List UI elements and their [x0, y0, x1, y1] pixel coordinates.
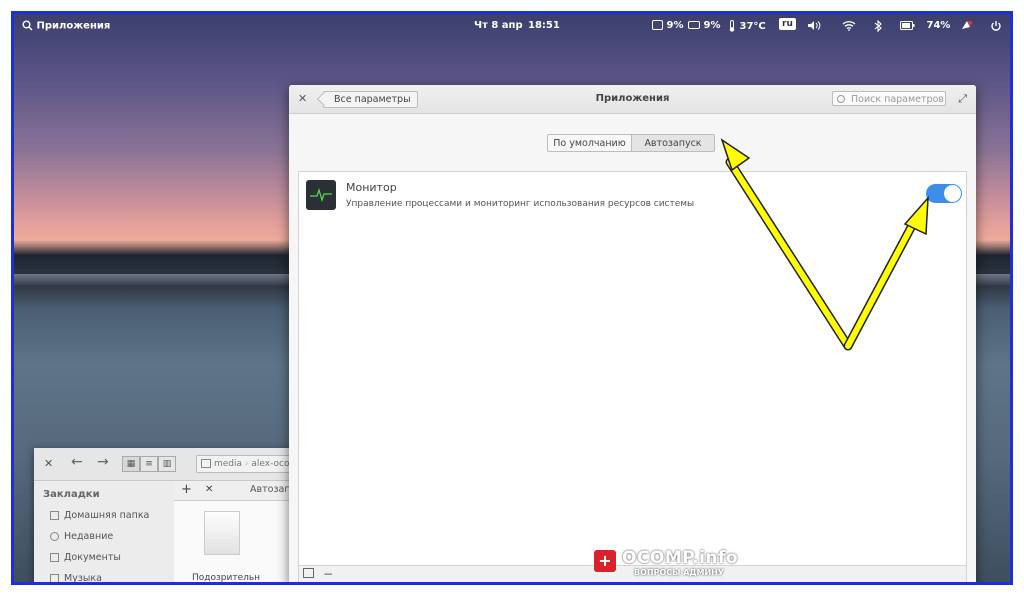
sidebar-item-recent[interactable]: Недавние [50, 531, 113, 542]
file-manager-window[interactable]: ✕ ← → ▦ ≡ ▥ media › alex-oco Закладки До… [34, 448, 308, 584]
temperature-value: 37°C [739, 21, 766, 32]
drive-icon [201, 459, 211, 468]
maximize-icon[interactable]: ⤢ [958, 92, 967, 106]
applications-label: Приложения [36, 20, 111, 32]
volume-icon [808, 21, 821, 30]
new-tab-button[interactable]: + [181, 482, 192, 497]
settings-window: ✕ Все параметры Приложения Поиск парамет… [289, 85, 976, 582]
close-tab-icon[interactable]: ✕ [205, 484, 213, 495]
clock-icon [50, 532, 59, 541]
sidebar-item-label: Документы [64, 552, 121, 563]
battery-indicator[interactable]: 74% [900, 20, 950, 31]
memory-indicator[interactable]: 9% [688, 20, 720, 31]
sidebar: Закладки Домашняя папка Недавние Докумен… [34, 481, 174, 584]
app-name: Монитор [346, 181, 397, 194]
site-watermark: + OCOMP.info ВОПРОСЫ АДМИНУ [594, 548, 764, 584]
time-label[interactable]: 18:51 [528, 20, 560, 31]
network-indicator[interactable] [842, 20, 856, 32]
date-label[interactable]: Чт 8 апр [474, 20, 523, 31]
music-icon [50, 574, 59, 582]
app-description: Управление процессами и мониторинг испол… [346, 199, 695, 209]
memory-value: 9% [703, 20, 721, 31]
file-area[interactable]: + ✕ Автозагр Подозрительн [174, 481, 299, 582]
tab-bar: + ✕ Автозагр [174, 481, 299, 501]
settings-titlebar: ✕ Все параметры Приложения Поиск парамет… [289, 85, 976, 114]
wifi-icon [842, 21, 856, 31]
watermark-title: OCOMP.info [622, 548, 739, 568]
file-label[interactable]: Подозрительн [192, 573, 260, 582]
column-view-icon[interactable]: ▥ [158, 456, 176, 472]
applications-menu[interactable]: Приложения [22, 20, 110, 32]
thermometer-icon [729, 20, 735, 32]
cpu-icon [652, 20, 663, 30]
keyboard-layout[interactable]: ru [779, 18, 796, 30]
list-view-icon[interactable]: ≡ [140, 456, 158, 472]
sidebar-item-documents[interactable]: Документы [50, 552, 121, 563]
back-arrow-icon[interactable]: ← [71, 454, 83, 470]
autostart-toggle[interactable] [926, 184, 962, 203]
bluetooth-icon [874, 19, 882, 33]
sidebar-item-label: Недавние [64, 531, 114, 542]
bluetooth-indicator[interactable] [874, 19, 882, 33]
file-manager-header: ✕ ← → ▦ ≡ ▥ media › alex-oco [34, 448, 308, 481]
watermark-cross-icon: + [594, 550, 616, 572]
search-icon [22, 20, 33, 31]
desktop-frame: Приложения Чт 8 апр 18:51 9% 9% 37°C ru [11, 11, 1013, 585]
autostart-list: Монитор Управление процессами и монитори… [298, 171, 967, 566]
path-segment[interactable]: alex-oco [251, 459, 289, 469]
notification-bell-icon [962, 21, 972, 29]
watermark-subtitle: ВОПРОСЫ АДМИНУ [634, 568, 725, 577]
top-panel: Приложения Чт 8 апр 18:51 9% 9% 37°C ru [14, 14, 1010, 38]
battery-icon [900, 20, 915, 30]
settings-search-input[interactable]: Поиск параметров [832, 91, 946, 106]
sidebar-item-label: Домашняя папка [64, 510, 150, 521]
notifications-indicator[interactable] [960, 20, 972, 32]
sidebar-item-home[interactable]: Домашняя папка [50, 510, 149, 521]
home-icon [50, 511, 59, 520]
toggle-knob [944, 185, 961, 202]
cpu-value: 9% [666, 20, 684, 31]
forward-arrow-icon[interactable]: → [97, 454, 109, 470]
battery-value: 74% [926, 20, 951, 31]
temperature-indicator[interactable]: 37°C [728, 20, 766, 32]
remove-app-button[interactable]: − [323, 567, 333, 581]
system-monitor-icon [306, 180, 336, 210]
file-icon[interactable] [204, 511, 240, 555]
sidebar-item-label: Музыка [64, 573, 102, 584]
close-icon[interactable]: ✕ [44, 457, 53, 470]
memory-icon [688, 21, 700, 29]
tab-defaults[interactable]: По умолчанию [547, 134, 632, 152]
tab-autostart[interactable]: Автозапуск [631, 134, 715, 152]
power-icon [991, 21, 1001, 31]
document-icon [50, 553, 59, 562]
cpu-indicator[interactable]: 9% [652, 20, 683, 31]
sidebar-title: Закладки [43, 489, 100, 500]
power-indicator[interactable] [990, 20, 1002, 32]
path-segment[interactable]: media [214, 459, 242, 469]
sidebar-item-music[interactable]: Музыка [50, 573, 102, 584]
add-app-icon[interactable] [303, 568, 314, 578]
sound-indicator[interactable] [807, 20, 821, 32]
keyboard-layout-label: ru [779, 18, 796, 30]
grid-view-icon[interactable]: ▦ [122, 456, 140, 472]
